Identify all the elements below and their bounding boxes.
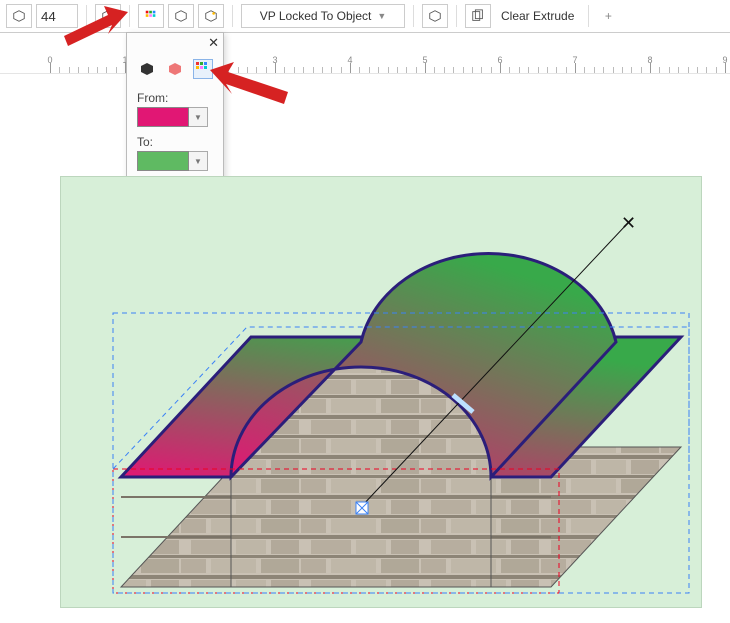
drawing-canvas[interactable]: ✕ [60,176,702,608]
chevron-down-icon: ▼ [377,11,386,21]
from-label: From: [137,91,213,105]
horizontal-ruler: 0123456789 [0,55,730,74]
rotation-icon[interactable] [95,4,121,28]
vp-cross-icon[interactable]: ✕ [621,213,636,233]
clear-extrude-button[interactable]: Clear Extrude [495,9,580,23]
paste-vp-icon[interactable] [465,4,491,28]
to-color-swatch[interactable] [137,151,189,171]
add-button[interactable]: + [597,9,619,23]
use-color-shading-icon[interactable] [193,59,213,79]
depth-input[interactable] [36,4,78,28]
from-color-dropdown[interactable]: ▼ [189,107,208,127]
use-object-fill-icon[interactable] [137,59,157,79]
close-icon[interactable]: ✕ [208,35,219,51]
bevel-icon[interactable] [168,4,194,28]
color-icon[interactable] [138,4,164,28]
vp-mode-label: VP Locked To Object [260,9,372,23]
copy-vp-icon[interactable] [422,4,448,28]
use-solid-color-icon[interactable] [165,59,185,79]
vp-mode-dropdown[interactable]: VP Locked To Object ▼ [241,4,405,28]
depth-icon[interactable] [6,4,32,28]
to-color-dropdown[interactable]: ▼ [189,151,208,171]
extruded-object[interactable]: ✕ [61,177,701,607]
from-color-swatch[interactable] [137,107,189,127]
extrude-toolbar: VP Locked To Object ▼ Clear Extrude + [0,0,730,33]
lighting-icon[interactable] [198,4,224,28]
to-label: To: [137,135,213,149]
